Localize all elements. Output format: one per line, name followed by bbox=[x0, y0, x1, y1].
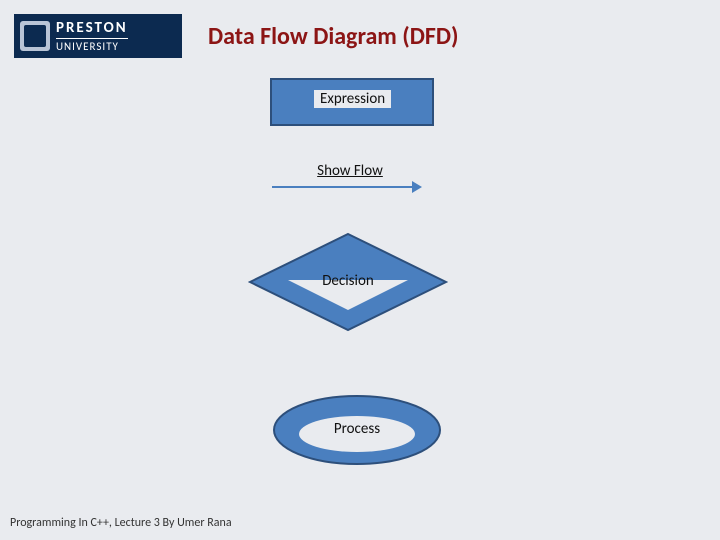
flow-arrow-line bbox=[272, 186, 412, 188]
logo-text: PRESTON UNIVERSITY bbox=[56, 21, 128, 52]
slide: PRESTON UNIVERSITY Data Flow Diagram (DF… bbox=[0, 0, 720, 540]
label-decision: Decision bbox=[248, 272, 448, 290]
shape-expression-rect bbox=[270, 78, 434, 126]
page-title: Data Flow Diagram (DFD) bbox=[208, 22, 458, 51]
label-process: Process bbox=[272, 420, 442, 438]
logo-line2: UNIVERSITY bbox=[56, 38, 128, 52]
university-seal-icon bbox=[20, 21, 50, 51]
shape-decision-diamond: Decision bbox=[248, 232, 448, 332]
shape-process-ellipse: Process bbox=[272, 394, 442, 466]
footer-text: Programming In C++, Lecture 3 By Umer Ra… bbox=[10, 516, 232, 530]
flow-arrow-head-icon bbox=[412, 181, 422, 193]
logo: PRESTON UNIVERSITY bbox=[14, 14, 182, 58]
logo-line1: PRESTON bbox=[56, 21, 128, 36]
label-flow: Show Flow bbox=[290, 162, 410, 180]
